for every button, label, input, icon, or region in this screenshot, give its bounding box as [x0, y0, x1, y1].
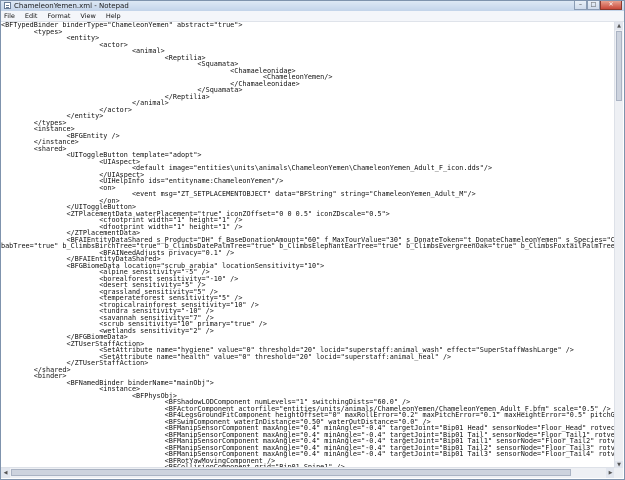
menu-file[interactable]: File: [1, 11, 20, 21]
horizontal-scrollbar[interactable]: ◀ ▶: [1, 467, 615, 478]
minimize-button[interactable]: –: [574, 1, 587, 10]
scroll-up-arrow-icon[interactable]: ▲: [615, 22, 623, 30]
menu-edit[interactable]: Edit: [20, 11, 43, 21]
resize-grip[interactable]: [614, 468, 623, 478]
text-editor-area[interactable]: <BFTypedBinder binderType="ChameleonYeme…: [1, 22, 615, 469]
scroll-left-arrow-icon[interactable]: ◀: [1, 468, 10, 478]
document-text[interactable]: <BFTypedBinder binderType="ChameleonYeme…: [1, 22, 615, 469]
horizontal-scroll-thumb[interactable]: [11, 469, 571, 476]
menu-help[interactable]: Help: [101, 11, 126, 21]
caption-buttons: – □ ✕: [574, 1, 622, 10]
notepad-app-icon: [4, 2, 11, 9]
menu-bar: File Edit Format View Help: [1, 11, 624, 22]
maximize-button[interactable]: □: [587, 1, 600, 10]
vertical-scrollbar[interactable]: ▲ ▼: [614, 22, 623, 469]
vertical-scroll-thumb[interactable]: [616, 31, 622, 101]
window-title: ChameleonYemen.xml - Notepad: [14, 2, 129, 10]
menu-format[interactable]: Format: [42, 11, 75, 21]
menu-view[interactable]: View: [75, 11, 100, 21]
close-button[interactable]: ✕: [600, 1, 622, 10]
notepad-window: ChameleonYemen.xml - Notepad – □ ✕ File …: [0, 0, 625, 480]
